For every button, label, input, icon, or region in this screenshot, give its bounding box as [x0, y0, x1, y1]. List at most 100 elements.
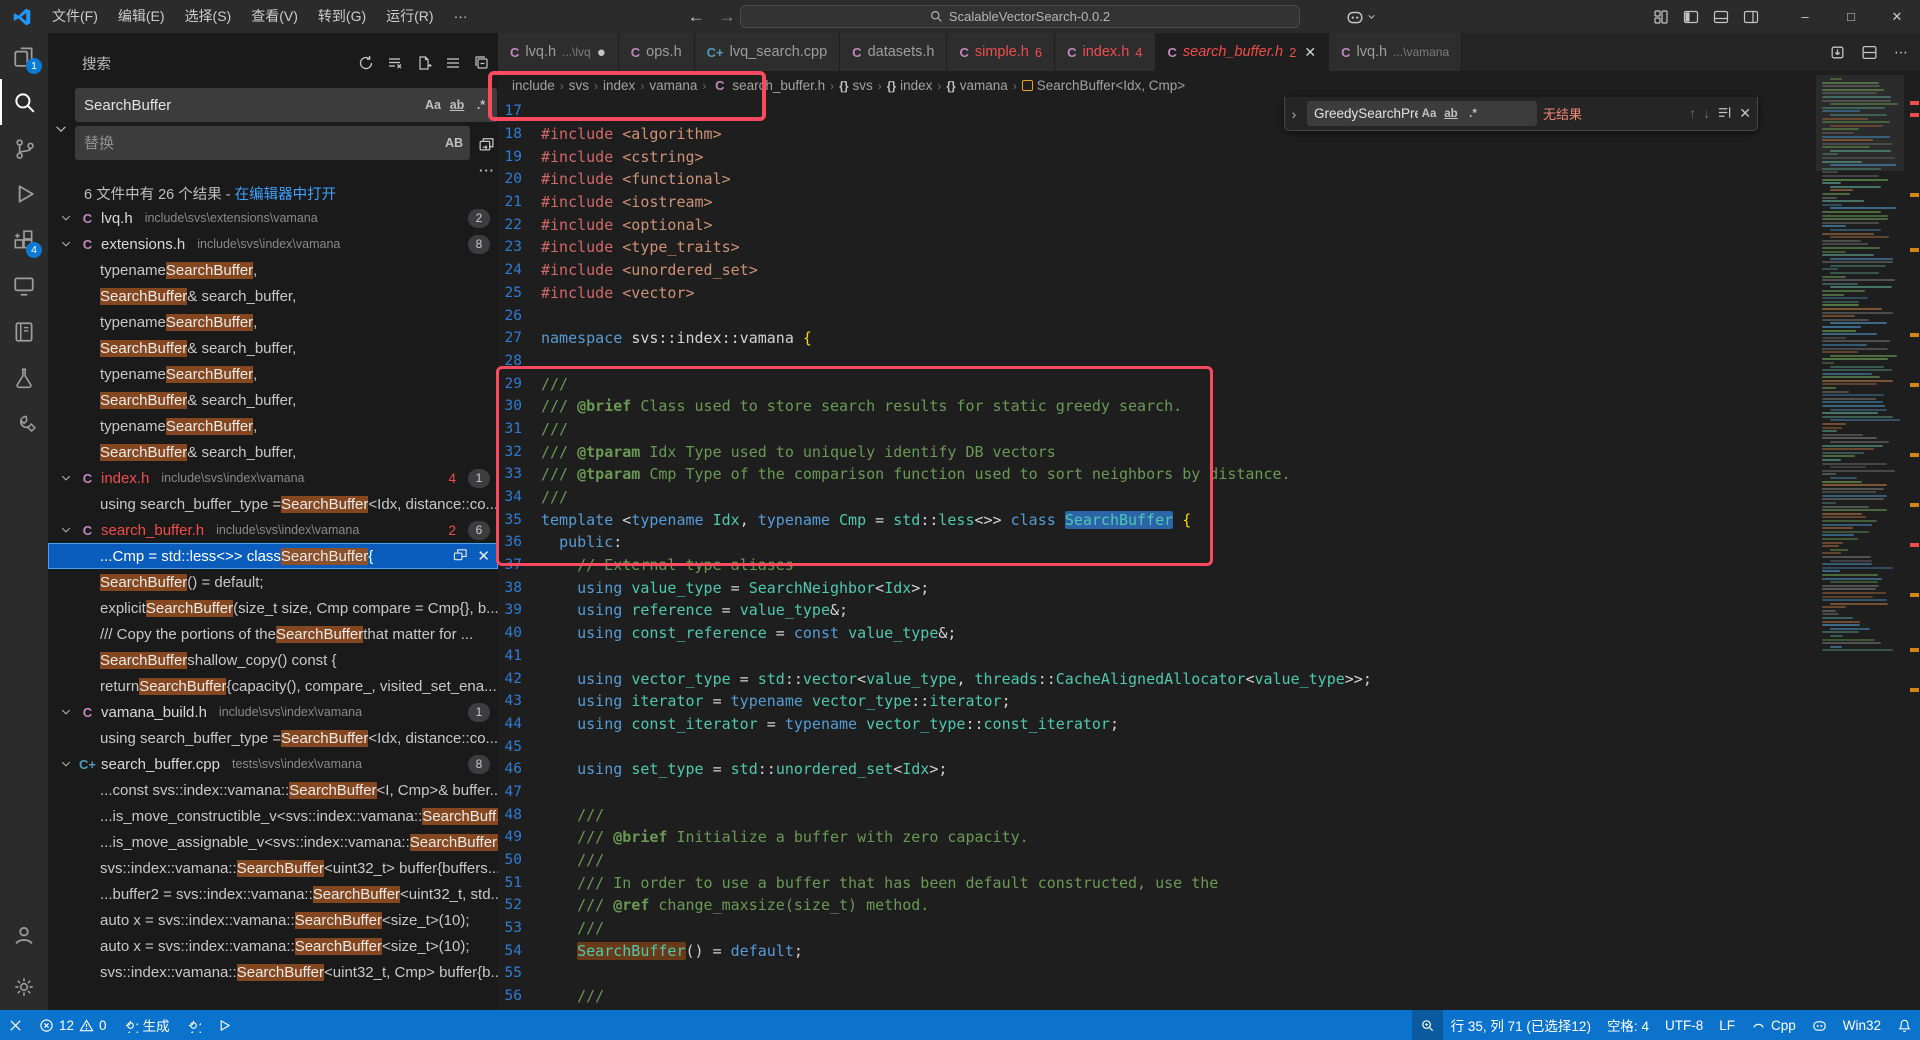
- tab-search_buffer-h[interactable]: Csearch_buffer.h2✕: [1156, 33, 1330, 71]
- close-tab-icon[interactable]: ✕: [1304, 44, 1316, 61]
- menu-item[interactable]: 查看(V): [241, 0, 308, 33]
- tab-datasets-h[interactable]: Cdatasets.h: [840, 33, 947, 71]
- search-match-row[interactable]: typename SearchBuffer,: [48, 413, 498, 439]
- menu-item[interactable]: 转到(G): [308, 0, 376, 33]
- find-in-selection-icon[interactable]: [1717, 105, 1732, 122]
- tab-lvq-h[interactable]: Clvq.h...\vamana: [1329, 33, 1462, 71]
- search-result-file-row[interactable]: Cindex.hinclude\svs\index\vamana41: [48, 465, 498, 491]
- chevron-down-icon[interactable]: [58, 212, 74, 224]
- status-item-magnify[interactable]: [1412, 1010, 1443, 1040]
- search-match-row[interactable]: SearchBuffer& search_buffer,: [48, 335, 498, 361]
- find-previous-icon[interactable]: ↑: [1689, 105, 1696, 122]
- status-item-text[interactable]: 行 35, 列 71 (已选择12): [1443, 1010, 1599, 1040]
- breadcrumb-item[interactable]: Csearch_buffer.h: [711, 78, 825, 93]
- activity-item-explorer[interactable]: 1: [0, 33, 48, 79]
- find-next-icon[interactable]: ↓: [1703, 105, 1710, 122]
- toggle-sidebar-icon[interactable]: [1678, 4, 1704, 30]
- status-item-gear[interactable]: [178, 1010, 209, 1040]
- activity-item-testing[interactable]: [0, 355, 48, 401]
- search-result-file-row[interactable]: Cvamana_build.hinclude\svs\index\vamana1: [48, 699, 498, 725]
- status-item-bell[interactable]: [1889, 1010, 1920, 1040]
- breadcrumb-item[interactable]: {}vamana: [946, 78, 1007, 93]
- activity-item-search[interactable]: [0, 79, 48, 125]
- status-item-build[interactable]: 生成: [115, 1010, 178, 1040]
- activity-item-run-debug[interactable]: [0, 171, 48, 217]
- search-match-row[interactable]: SearchBuffer() = default;: [48, 569, 498, 595]
- close-find-widget-icon[interactable]: ✕: [1739, 105, 1751, 122]
- chevron-down-icon[interactable]: [58, 758, 74, 770]
- search-input[interactable]: [84, 97, 421, 114]
- status-item-text[interactable]: 空格: 4: [1599, 1010, 1657, 1040]
- search-match-row[interactable]: auto x = svs::index::vamana::SearchBuffe…: [48, 907, 498, 933]
- overview-ruler[interactable]: [1905, 73, 1920, 1010]
- activity-item-remote-explorer[interactable]: [0, 263, 48, 309]
- search-match-row[interactable]: /// Copy the portions of the SearchBuffe…: [48, 621, 498, 647]
- customize-layout-icon[interactable]: [1648, 4, 1674, 30]
- tab-lvq-h[interactable]: Clvq.h...\lvq●: [498, 33, 619, 71]
- preserve-case-icon[interactable]: AB: [442, 131, 466, 155]
- clear-results-button[interactable]: [383, 51, 407, 75]
- tab-lvq_search-cpp[interactable]: C+lvq_search.cpp: [695, 33, 841, 71]
- search-match-row[interactable]: using search_buffer_type = SearchBuffer<…: [48, 491, 498, 517]
- find-input-box[interactable]: Aa ab .*: [1307, 101, 1537, 126]
- menu-item[interactable]: 选择(S): [175, 0, 242, 33]
- breadcrumb-item[interactable]: vamana: [649, 78, 697, 93]
- menu-item[interactable]: ···: [444, 0, 478, 33]
- view-as-list-button[interactable]: [441, 51, 465, 75]
- breadcrumb-item[interactable]: {}svs: [839, 78, 873, 93]
- search-match-row[interactable]: SearchBuffer& search_buffer,: [48, 387, 498, 413]
- search-match-row[interactable]: svs::index::vamana::SearchBuffer<uint32_…: [48, 959, 498, 985]
- breadcrumb-item[interactable]: index: [603, 78, 635, 93]
- new-search-editor-button[interactable]: [412, 51, 436, 75]
- replace-match-icon[interactable]: [453, 547, 468, 565]
- breadcrumb-item[interactable]: include: [512, 78, 555, 93]
- search-match-row[interactable]: typename SearchBuffer,: [48, 257, 498, 283]
- status-item-copilot[interactable]: [1804, 1010, 1835, 1040]
- search-match-row[interactable]: using search_buffer_type = SearchBuffer<…: [48, 725, 498, 751]
- search-result-file-row[interactable]: Csearch_buffer.hinclude\svs\index\vamana…: [48, 517, 498, 543]
- command-center-search[interactable]: ScalableVectorSearch-0.0.2: [740, 5, 1300, 28]
- code-area[interactable]: 1718#include <algorithm>19#include <cstr…: [498, 100, 1820, 1010]
- open-in-editor-link[interactable]: 在编辑器中打开: [235, 187, 337, 203]
- status-item-text[interactable]: UTF-8: [1657, 1010, 1711, 1040]
- search-match-row[interactable]: SearchBuffer& search_buffer,: [48, 283, 498, 309]
- search-match-row[interactable]: ...buffer2 = svs::index::vamana::SearchB…: [48, 881, 498, 907]
- chevron-down-icon[interactable]: [58, 524, 74, 536]
- breadcrumb-item[interactable]: SearchBuffer<Idx, Cmp>: [1022, 78, 1185, 93]
- search-match-row[interactable]: auto x = svs::index::vamana::SearchBuffe…: [48, 933, 498, 959]
- status-item-lang[interactable]: Cpp: [1743, 1010, 1804, 1040]
- activity-item-settings[interactable]: [0, 964, 48, 1010]
- search-match-row[interactable]: svs::index::vamana::SearchBuffer<uint32_…: [48, 855, 498, 881]
- search-match-row[interactable]: return SearchBuffer{capacity(), compare_…: [48, 673, 498, 699]
- back-button[interactable]: ←: [688, 7, 705, 27]
- regex-icon[interactable]: .*: [469, 93, 493, 117]
- status-item-text[interactable]: Win32: [1835, 1010, 1889, 1040]
- search-match-row[interactable]: ...const svs::index::vamana::SearchBuffe…: [48, 777, 498, 803]
- toggle-panel-icon[interactable]: [1708, 4, 1734, 30]
- dismiss-match-icon[interactable]: ✕: [477, 547, 490, 565]
- search-match-row[interactable]: ...is_move_assignable_v<svs::index::vama…: [48, 829, 498, 855]
- menu-item[interactable]: 运行(R): [376, 0, 443, 33]
- activity-item-tools[interactable]: [0, 401, 48, 447]
- collapse-all-button[interactable]: [470, 51, 494, 75]
- activity-item-account[interactable]: [0, 912, 48, 958]
- more-actions-icon[interactable]: ⋯: [1888, 39, 1914, 65]
- refresh-button[interactable]: [354, 51, 378, 75]
- whole-word-icon[interactable]: ab: [445, 93, 469, 117]
- find-input[interactable]: [1314, 106, 1418, 121]
- search-result-file-row[interactable]: Cextensions.hinclude\svs\index\vamana8: [48, 231, 498, 257]
- activity-item-source-control[interactable]: [0, 125, 48, 171]
- search-result-file-row[interactable]: Clvq.hinclude\svs\extensions\vamana2: [48, 205, 498, 231]
- search-match-row[interactable]: typename SearchBuffer,: [48, 309, 498, 335]
- status-item-remote[interactable]: [0, 1010, 31, 1040]
- breadcrumb-item[interactable]: {}index: [887, 78, 933, 93]
- tab-index-h[interactable]: Cindex.h4: [1055, 33, 1155, 71]
- search-match-row[interactable]: explicit SearchBuffer(size_t size, Cmp c…: [48, 595, 498, 621]
- status-item-play[interactable]: [209, 1010, 240, 1040]
- menu-item[interactable]: 文件(F): [42, 0, 108, 33]
- forward-button[interactable]: →: [719, 7, 736, 27]
- replace-all-button[interactable]: [474, 131, 498, 156]
- tab-simple-h[interactable]: Csimple.h6: [947, 33, 1055, 71]
- search-match-row[interactable]: SearchBuffer& search_buffer,: [48, 439, 498, 465]
- find-regex-icon[interactable]: .*: [1462, 103, 1484, 125]
